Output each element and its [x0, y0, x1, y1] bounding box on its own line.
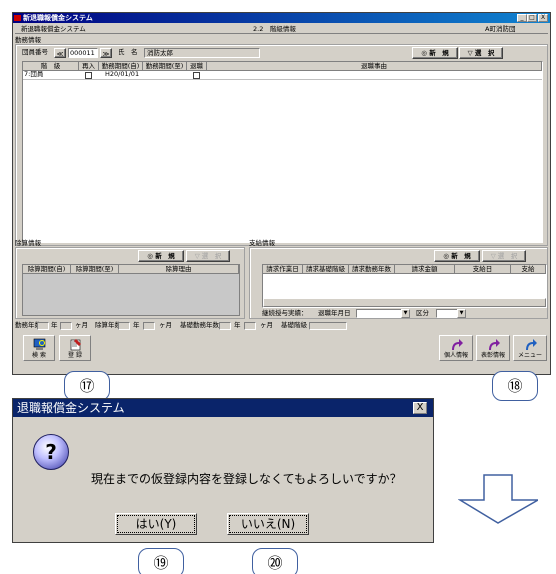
nen-label: 年	[51, 321, 58, 329]
menu-label: メニュー	[517, 352, 542, 359]
kagetsu-label: ヶ月	[260, 321, 273, 329]
continuous-award-label: 継続授与実績：	[262, 309, 308, 317]
maximize-button[interactable]: □	[527, 14, 537, 22]
dialog-title: 退職報償金システム	[17, 401, 125, 415]
jozan-months-field	[143, 322, 155, 330]
col-sanjo-to: 除算期間(至)	[71, 265, 119, 274]
kinmu-grid: 階 級 再入 勤務期間(自) 勤務期間(至) 退職 退職事由 7:団員 H20/…	[22, 61, 543, 243]
sanjo-new-button[interactable]: ◎ 新 規	[138, 250, 184, 262]
shikyu-grid: 請求作業日 請求基礎階級 請求勤務年数 請求金額 支給日 支給	[262, 264, 547, 308]
member-next-button[interactable]: ≫	[100, 48, 112, 58]
kiso-years-field	[219, 322, 231, 330]
col-request-date: 請求作業日	[263, 265, 303, 274]
member-no-label: 団員番号	[22, 48, 48, 56]
sanjo-select-button[interactable]: ▽ 選 択	[186, 250, 230, 262]
no-button[interactable]: いいえ(N)	[227, 513, 309, 535]
name-label: 氏 名	[118, 48, 138, 56]
col-request-years: 請求勤務年数	[349, 265, 395, 274]
col-request-amount: 請求金額	[395, 265, 455, 274]
commend-info-button[interactable]: 表彰情報	[476, 335, 510, 361]
kinmu-new-button[interactable]: ◎ 新 規	[412, 47, 458, 59]
callout-18: ⑱	[492, 371, 538, 401]
subheader-right: A町消防団	[485, 25, 516, 33]
sanjo-grid: 除算期間(自) 除算期間(至) 除算理由	[22, 264, 240, 316]
col-reentry: 再入	[79, 62, 99, 71]
col-reason: 退職事由	[207, 62, 542, 71]
app-title: 新退職報償金システム	[23, 14, 93, 22]
callout-19: ⑲	[138, 548, 184, 574]
search-button[interactable]: 検 索	[23, 335, 55, 361]
down-arrow-icon[interactable]: ▼	[401, 309, 410, 318]
col-sanjo-from: 除算期間(自)	[23, 265, 71, 274]
kiso-years-label: 基礎勤務年数	[180, 321, 219, 329]
register-label: 登 録	[68, 352, 82, 359]
nen-label: 年	[234, 321, 241, 329]
col-to: 勤務期間(至)	[143, 62, 187, 71]
jozan-years-field	[118, 322, 130, 330]
col-retire: 退職	[187, 62, 207, 71]
close-button[interactable]: X	[538, 14, 548, 22]
kinmu-months-field	[60, 322, 72, 330]
sanjo-section: ◎ 新 規 ▽ 選 択 除算期間(自) 除算期間(至) 除算理由	[15, 247, 245, 319]
col-request-rank: 請求基礎階級	[303, 265, 349, 274]
table-row[interactable]: 7:団員 H20/01/01	[23, 70, 542, 80]
col-payment-date: 支給日	[455, 265, 511, 274]
down-arrow-icon[interactable]: ▼	[457, 309, 466, 318]
cell-from: H20/01/01	[105, 70, 140, 78]
no-button-label: いいえ(N)	[229, 515, 307, 533]
kagetsu-label: ヶ月	[75, 321, 88, 329]
shikyu-select-button[interactable]: ▽ 選 択	[482, 250, 526, 262]
main-window: 新退職報償金システム _ □ X 新退職報償金システム 2.2 階級情報 A町消…	[12, 12, 551, 375]
app-icon	[14, 15, 21, 21]
kinmu-years-field	[37, 322, 49, 330]
question-icon: ?	[33, 434, 69, 470]
down-arrow-icon	[458, 474, 538, 524]
kiso-rank-field	[309, 322, 347, 330]
minimize-button[interactable]: _	[517, 14, 527, 22]
summary-row: 勤務年数 年 ヶ月 除算年数 年 ヶ月 基礎勤務年数 年 ヶ月 基礎階級	[15, 321, 548, 331]
callout-20: ⑳	[252, 548, 298, 574]
title-bar: 新退職報償金システム _ □ X	[13, 13, 550, 23]
dialog-close-button[interactable]: X	[413, 402, 427, 414]
member-prev-button[interactable]: ≪	[54, 48, 66, 58]
subheader-left: 新退職報償金システム	[21, 25, 86, 33]
menu-button[interactable]: メニュー	[513, 335, 547, 361]
kiso-months-field	[244, 322, 256, 330]
col-payment: 支給	[511, 265, 546, 274]
kagetsu-label: ヶ月	[159, 321, 172, 329]
retire-date-label: 退職年月日	[318, 309, 351, 317]
kubun-label: 区分	[416, 309, 429, 317]
kinmu-section: 団員番号 ≪ 000011 ≫ 氏 名 消防太郎 ◎ 新 規 ▽ 選 択 階 級…	[15, 44, 548, 246]
retire-checkbox[interactable]	[193, 72, 200, 79]
commend-info-label: 表彰情報	[480, 352, 505, 359]
register-button[interactable]: 登 録	[59, 335, 91, 361]
kiso-rank-label: 基礎階級	[281, 321, 307, 329]
horizontal-scrollbar[interactable]	[263, 298, 546, 307]
subheader-center: 2.2 階級情報	[253, 25, 296, 33]
yes-button-label: はい(Y)	[117, 515, 195, 533]
personal-info-button[interactable]: 個人情報	[439, 335, 473, 361]
member-no-field[interactable]: 000011	[68, 48, 98, 58]
kinmu-select-button[interactable]: ▽ 選 択	[459, 47, 503, 59]
shikyu-section: ◎ 新 規 ▽ 選 択 請求作業日 請求基礎階級 請求勤務年数 請求金額 支給日…	[249, 247, 548, 319]
search-label: 検 索	[32, 352, 46, 359]
yes-button[interactable]: はい(Y)	[115, 513, 197, 535]
sub-header: 新退職報償金システム 2.2 階級情報 A町消防団	[15, 25, 548, 34]
nen-label: 年	[133, 321, 140, 329]
cell-rank: 7:団員	[24, 70, 44, 78]
col-sanjo-reason: 除算理由	[119, 265, 239, 274]
callout-17: ⑰	[64, 371, 110, 401]
personal-info-label: 個人情報	[443, 352, 468, 359]
dialog-message: 現在までの仮登録内容を登録しなくてもよろしいですか？	[91, 472, 402, 486]
name-field: 消防太郎	[144, 48, 260, 58]
shikyu-new-button[interactable]: ◎ 新 規	[434, 250, 480, 262]
dialog-title-bar: 退職報償金システム X	[13, 399, 433, 417]
reentry-checkbox[interactable]	[85, 72, 92, 79]
confirm-dialog: 退職報償金システム X ? 現在までの仮登録内容を登録しなくてもよろしいですか？…	[12, 398, 434, 543]
